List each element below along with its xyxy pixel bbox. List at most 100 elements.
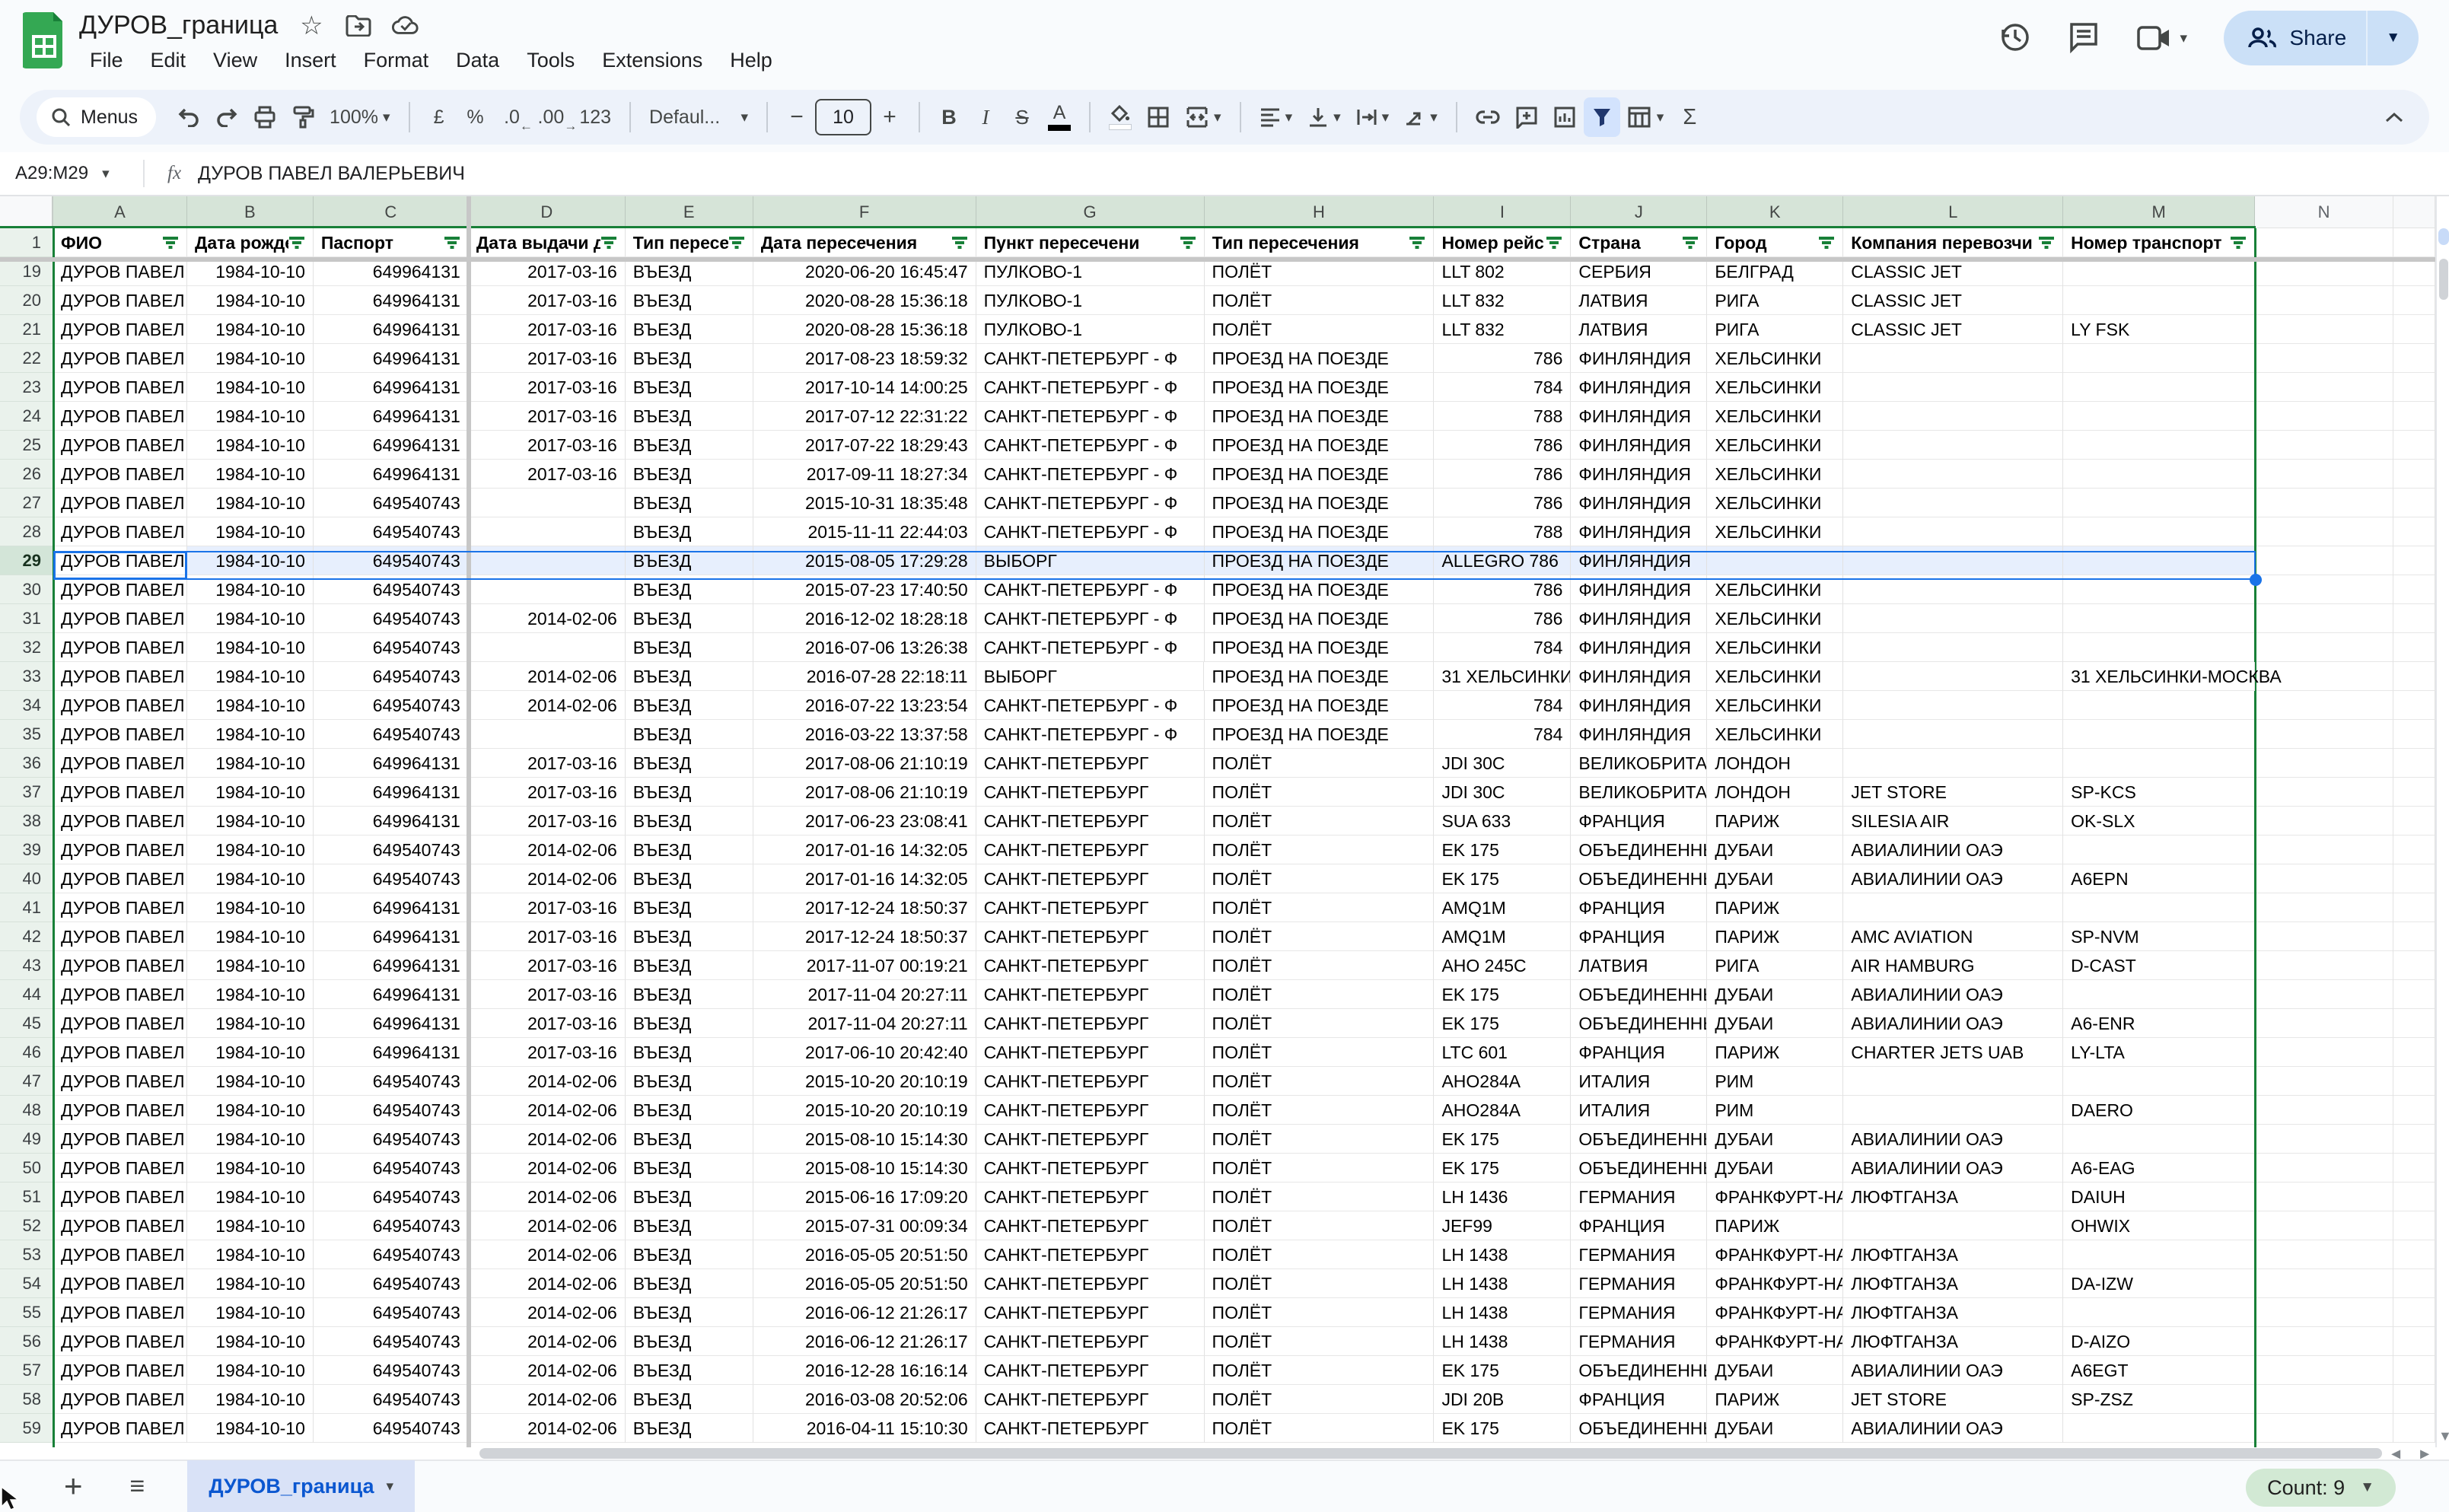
cell-L34[interactable] xyxy=(1843,691,2063,720)
cell-A29[interactable]: ДУРОВ ПАВЕЛ xyxy=(53,546,187,575)
comments-icon[interactable] xyxy=(2067,20,2103,56)
cell-D48[interactable]: 2014-02-06 xyxy=(469,1096,626,1125)
cell-M22[interactable] xyxy=(2063,344,2255,373)
header-cell-empty[interactable] xyxy=(2255,228,2393,257)
bold-button[interactable]: B xyxy=(931,97,967,137)
cell-J42[interactable]: ФРАНЦИЯ xyxy=(1571,922,1707,951)
cell-X34[interactable] xyxy=(2393,691,2435,720)
cell-L47[interactable] xyxy=(1843,1067,2063,1096)
cell-N58[interactable] xyxy=(2255,1385,2393,1414)
cell-G52[interactable]: САНКТ-ПЕТЕРБУРГ xyxy=(976,1211,1205,1240)
cell-M55[interactable] xyxy=(2063,1298,2255,1327)
cell-G48[interactable]: САНКТ-ПЕТЕРБУРГ xyxy=(976,1096,1205,1125)
cell-C57[interactable]: 649540743 xyxy=(314,1356,469,1385)
cell-F46[interactable]: 2017-06-10 20:42:40 xyxy=(753,1038,976,1067)
cell-D19[interactable]: 2017-03-16 xyxy=(469,257,626,286)
cell-G42[interactable]: САНКТ-ПЕТЕРБУРГ xyxy=(976,922,1205,951)
cell-H35[interactable]: ПРОЕЗД НА ПОЕЗДЕ xyxy=(1205,720,1435,749)
cell-H47[interactable]: ПОЛЁТ xyxy=(1205,1067,1435,1096)
cell-E20[interactable]: ВЪЕЗД xyxy=(626,286,753,315)
cell-E30[interactable]: ВЪЕЗД xyxy=(626,575,753,604)
cell-B22[interactable]: 1984-10-10 xyxy=(187,344,314,373)
cell-B53[interactable]: 1984-10-10 xyxy=(187,1240,314,1269)
cell-D32[interactable] xyxy=(469,633,626,662)
cell-D44[interactable]: 2017-03-16 xyxy=(469,980,626,1009)
font-family-select[interactable]: Defaul...▾ xyxy=(642,97,756,137)
cell-A27[interactable]: ДУРОВ ПАВЕЛ xyxy=(53,489,187,517)
cell-H53[interactable]: ПОЛЁТ xyxy=(1205,1240,1435,1269)
cell-K31[interactable]: ХЕЛЬСИНКИ xyxy=(1707,604,1843,633)
cell-E40[interactable]: ВЪЕЗД xyxy=(626,864,753,893)
cell-G22[interactable]: САНКТ-ПЕТЕРБУРГ - Ф xyxy=(976,344,1205,373)
cell-G39[interactable]: САНКТ-ПЕТЕРБУРГ xyxy=(976,836,1205,864)
zoom-select[interactable]: 100%▾ xyxy=(322,97,398,137)
cell-D20[interactable]: 2017-03-16 xyxy=(469,286,626,315)
cell-N48[interactable] xyxy=(2255,1096,2393,1125)
cell-C19[interactable]: 649964131 xyxy=(314,257,469,286)
menu-edit[interactable]: Edit xyxy=(137,44,200,77)
column-header-overflow[interactable] xyxy=(2393,196,2435,228)
cell-N46[interactable] xyxy=(2255,1038,2393,1067)
cell-K53[interactable]: ФРАНКФУРТ-НА xyxy=(1707,1240,1843,1269)
cell-H19[interactable]: ПОЛЁТ xyxy=(1205,257,1435,286)
format-currency-button[interactable]: £ xyxy=(421,97,457,137)
cell-B38[interactable]: 1984-10-10 xyxy=(187,807,314,836)
cell-N43[interactable] xyxy=(2255,951,2393,980)
cell-C33[interactable]: 649540743 xyxy=(314,662,469,691)
cell-L25[interactable] xyxy=(1843,431,2063,460)
header-cell-D[interactable]: Дата выдачи до xyxy=(469,228,626,257)
cell-L50[interactable]: АВИАЛИНИИ ОАЭ xyxy=(1843,1154,2063,1183)
row-header-22[interactable]: 22 xyxy=(0,344,53,373)
cell-I41[interactable]: AMQ1M xyxy=(1434,893,1571,922)
cell-M30[interactable] xyxy=(2063,575,2255,604)
cell-D42[interactable]: 2017-03-16 xyxy=(469,922,626,951)
cell-X22[interactable] xyxy=(2393,344,2435,373)
cell-C25[interactable]: 649964131 xyxy=(314,431,469,460)
cell-X57[interactable] xyxy=(2393,1356,2435,1385)
cell-D25[interactable]: 2017-03-16 xyxy=(469,431,626,460)
cell-B49[interactable]: 1984-10-10 xyxy=(187,1125,314,1154)
cell-X38[interactable] xyxy=(2393,807,2435,836)
cell-B47[interactable]: 1984-10-10 xyxy=(187,1067,314,1096)
cell-H57[interactable]: ПОЛЁТ xyxy=(1205,1356,1435,1385)
cell-H39[interactable]: ПОЛЁТ xyxy=(1205,836,1435,864)
cell-E41[interactable]: ВЪЕЗД xyxy=(626,893,753,922)
cell-A58[interactable]: ДУРОВ ПАВЕЛ xyxy=(53,1385,187,1414)
cell-I54[interactable]: LH 1438 xyxy=(1434,1269,1571,1298)
cell-E24[interactable]: ВЪЕЗД xyxy=(626,402,753,431)
cell-B55[interactable]: 1984-10-10 xyxy=(187,1298,314,1327)
cell-K30[interactable]: ХЕЛЬСИНКИ xyxy=(1707,575,1843,604)
cell-N22[interactable] xyxy=(2255,344,2393,373)
cell-K20[interactable]: РИГА xyxy=(1707,286,1843,315)
cell-C42[interactable]: 649964131 xyxy=(314,922,469,951)
cell-F54[interactable]: 2016-05-05 20:51:50 xyxy=(753,1269,976,1298)
cell-A24[interactable]: ДУРОВ ПАВЕЛ xyxy=(53,402,187,431)
cell-D26[interactable]: 2017-03-16 xyxy=(469,460,626,489)
cell-L36[interactable] xyxy=(1843,749,2063,778)
cell-J58[interactable]: ФРАНЦИЯ xyxy=(1571,1385,1707,1414)
row-header-44[interactable]: 44 xyxy=(0,980,53,1009)
cell-I55[interactable]: LH 1438 xyxy=(1434,1298,1571,1327)
row-header-27[interactable]: 27 xyxy=(0,489,53,517)
column-header-J[interactable]: J xyxy=(1571,196,1707,228)
cell-F56[interactable]: 2016-06-12 21:26:17 xyxy=(753,1327,976,1356)
cell-L55[interactable]: ЛЮФТГАНЗА xyxy=(1843,1298,2063,1327)
cell-I26[interactable]: 786 xyxy=(1434,460,1571,489)
cell-K34[interactable]: ХЕЛЬСИНКИ xyxy=(1707,691,1843,720)
cell-H41[interactable]: ПОЛЁТ xyxy=(1205,893,1435,922)
cell-G38[interactable]: САНКТ-ПЕТЕРБУРГ xyxy=(976,807,1205,836)
cell-M23[interactable] xyxy=(2063,373,2255,402)
italic-button[interactable]: I xyxy=(967,97,1004,137)
filter-funnel-icon[interactable] xyxy=(1682,235,1699,250)
decrease-decimal-button[interactable]: .0← xyxy=(494,97,530,137)
cell-J50[interactable]: ОБЪЕДИНЕННЫ xyxy=(1571,1154,1707,1183)
cell-N36[interactable] xyxy=(2255,749,2393,778)
cell-G36[interactable]: САНКТ-ПЕТЕРБУРГ xyxy=(976,749,1205,778)
cell-H31[interactable]: ПРОЕЗД НА ПОЕЗДЕ xyxy=(1205,604,1435,633)
cell-H46[interactable]: ПОЛЁТ xyxy=(1205,1038,1435,1067)
cell-D28[interactable] xyxy=(469,517,626,546)
cell-J54[interactable]: ГЕРМАНИЯ xyxy=(1571,1269,1707,1298)
row-header-25[interactable]: 25 xyxy=(0,431,53,460)
cell-X56[interactable] xyxy=(2393,1327,2435,1356)
cell-H20[interactable]: ПОЛЁТ xyxy=(1205,286,1435,315)
